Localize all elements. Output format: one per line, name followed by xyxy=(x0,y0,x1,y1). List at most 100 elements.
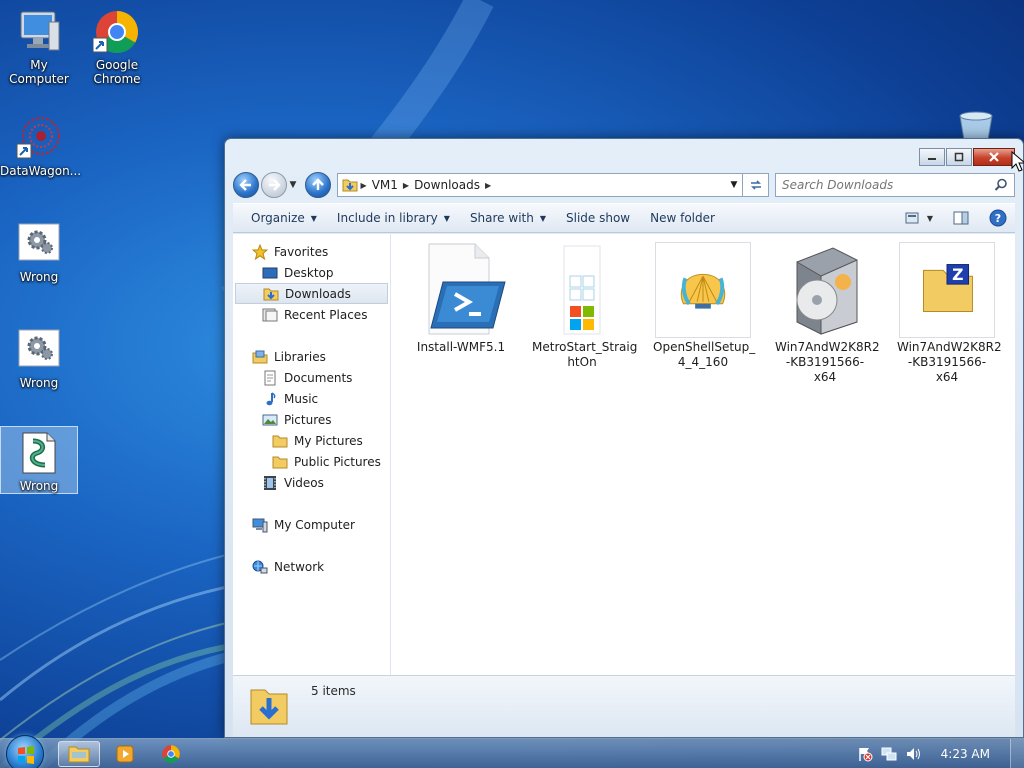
file-name: Win7AndW2K8R2 xyxy=(897,340,1002,354)
breadcrumb-separator[interactable]: ▶ xyxy=(358,181,367,190)
nav-label: Documents xyxy=(284,370,353,385)
downloads-folder-icon xyxy=(250,689,288,725)
file-list: Install-WMF5.1 MetroStart_Straig htOn Op… xyxy=(411,242,1015,662)
include-in-library-button[interactable]: Include in library ▼ xyxy=(327,206,460,230)
volume-icon[interactable] xyxy=(905,746,921,762)
network-status-icon[interactable] xyxy=(881,746,897,762)
film-strip-icon xyxy=(264,475,276,490)
search-input[interactable] xyxy=(782,178,994,192)
folder-icon xyxy=(68,746,90,763)
computer-icon xyxy=(252,518,268,532)
view-options-dropdown[interactable]: ▼ xyxy=(927,214,933,223)
star-icon xyxy=(252,243,268,260)
chevron-down-icon: ▼ xyxy=(539,213,546,223)
recent-places-icon xyxy=(262,308,278,321)
desktop-icon-label: Wrong xyxy=(19,270,59,284)
help-icon[interactable]: ? xyxy=(989,209,1007,227)
close-button[interactable] xyxy=(973,148,1015,166)
command-bar: Organize ▼ Include in library ▼ Share wi… xyxy=(233,203,1015,233)
clock[interactable]: 4:23 AM xyxy=(941,747,990,761)
search-box[interactable] xyxy=(775,173,1015,197)
network-icon xyxy=(252,560,268,573)
action-center-flag-icon[interactable] xyxy=(857,746,873,762)
recycle-bin-icon[interactable] xyxy=(954,110,998,141)
file-item[interactable]: OpenShellSetup_ 4_4_160 xyxy=(653,242,755,370)
file-item[interactable]: Win7AndW2K8R2 -KB3191566-x64 xyxy=(775,242,880,385)
preview-pane-icon[interactable] xyxy=(953,211,969,225)
address-history-dropdown[interactable]: ▼ xyxy=(726,180,742,190)
breadcrumb-separator[interactable]: ▶ xyxy=(485,181,491,190)
slide-show-button[interactable]: Slide show xyxy=(556,206,640,230)
nav-item-pictures[interactable]: Pictures xyxy=(233,409,390,430)
refresh-button[interactable] xyxy=(743,173,769,197)
file-name: 4_4_160 xyxy=(677,355,729,369)
organize-menu-button[interactable]: Organize ▼ xyxy=(241,206,327,230)
breadcrumb-downloads[interactable]: Downloads xyxy=(409,178,485,192)
address-bar[interactable]: ▶ VM1 ▶ Downloads ▶ ▼ xyxy=(337,173,743,197)
nav-item-videos[interactable]: Videos xyxy=(233,472,390,493)
nav-item-recent-places[interactable]: Recent Places xyxy=(233,304,390,325)
nav-item-downloads[interactable]: Downloads xyxy=(235,283,388,304)
desktop-icon-datawagon[interactable]: DataWagon... xyxy=(0,114,81,178)
desktop-icon-wrong-3[interactable]: Wrong xyxy=(0,426,78,494)
maximize-button[interactable] xyxy=(946,148,972,166)
nav-item-desktop[interactable]: Desktop xyxy=(233,262,390,283)
minimize-button[interactable] xyxy=(919,148,945,166)
nav-label: Downloads xyxy=(285,286,351,301)
nav-item-documents[interactable]: Documents xyxy=(233,367,390,388)
new-folder-button[interactable]: New folder xyxy=(640,206,725,230)
up-button[interactable] xyxy=(305,172,331,198)
forward-button[interactable] xyxy=(261,172,287,198)
nav-label: Videos xyxy=(284,475,324,490)
change-view-icon[interactable] xyxy=(905,211,921,225)
nav-item-music[interactable]: Music xyxy=(233,388,390,409)
script-file-icon xyxy=(15,429,63,477)
nav-label: Pictures xyxy=(284,412,332,427)
close-icon xyxy=(989,152,999,162)
taskbar-chrome-button[interactable] xyxy=(150,741,192,767)
libraries-icon xyxy=(252,350,268,363)
nav-label: Desktop xyxy=(284,265,334,280)
arrow-up-icon xyxy=(312,178,324,190)
show-desktop-button[interactable] xyxy=(1010,739,1024,768)
start-button[interactable] xyxy=(6,735,44,768)
file-item[interactable]: MetroStart_Straig htOn xyxy=(532,242,637,370)
installer-package-icon xyxy=(777,242,873,338)
nav-item-favorites[interactable]: Favorites xyxy=(233,241,390,262)
search-icon[interactable] xyxy=(994,178,1008,192)
taskbar-explorer-button[interactable] xyxy=(58,741,100,767)
music-note-icon xyxy=(266,391,276,405)
downloads-folder-icon xyxy=(263,288,279,300)
nav-label: My Pictures xyxy=(294,433,363,448)
back-button[interactable] xyxy=(233,172,259,198)
desktop-icon-google-chrome[interactable]: Google Chrome xyxy=(78,8,156,86)
organize-label: Organize xyxy=(251,211,305,225)
explorer-window[interactable]: ▼ ▶ VM1 ▶ Downloads ▶ ▼ Search Downloads… xyxy=(224,138,1024,738)
share-with-button[interactable]: Share with ▼ xyxy=(460,206,556,230)
nav-item-network[interactable]: Network xyxy=(233,556,390,577)
breadcrumb-vm1[interactable]: VM1 xyxy=(367,178,403,192)
refresh-icon xyxy=(750,180,761,190)
pictures-icon xyxy=(262,414,278,425)
desktop-icon-wrong-2[interactable]: Wrong xyxy=(0,326,78,390)
item-count: 5 items xyxy=(311,684,356,698)
taskbar-media-player-button[interactable] xyxy=(104,741,146,767)
desktop-icon-my-computer[interactable]: My Computer xyxy=(0,8,78,86)
file-item[interactable]: Z Win7AndW2K8R2 -KB3191566-x64 xyxy=(897,242,1002,385)
nav-item-my-computer[interactable]: My Computer xyxy=(233,514,390,535)
nav-item-libraries[interactable]: Libraries xyxy=(233,346,390,367)
file-item[interactable]: Install-WMF5.1 xyxy=(411,242,511,355)
folder-download-icon xyxy=(342,179,358,192)
open-shell-installer-icon xyxy=(655,242,751,338)
include-in-library-label: Include in library xyxy=(336,211,438,225)
nav-label: Music xyxy=(284,391,319,406)
chevron-down-icon: ▼ xyxy=(443,213,450,223)
nav-item-public-pictures[interactable]: Public Pictures xyxy=(233,451,390,472)
details-pane: 5 items xyxy=(233,675,1015,737)
nav-item-my-pictures[interactable]: My Pictures xyxy=(233,430,390,451)
desktop-icon-wrong-1[interactable]: Wrong xyxy=(0,220,78,284)
recent-pages-dropdown[interactable]: ▼ xyxy=(287,172,299,198)
explorer-content: Favorites Desktop Downloads Recent Place… xyxy=(233,234,1015,737)
